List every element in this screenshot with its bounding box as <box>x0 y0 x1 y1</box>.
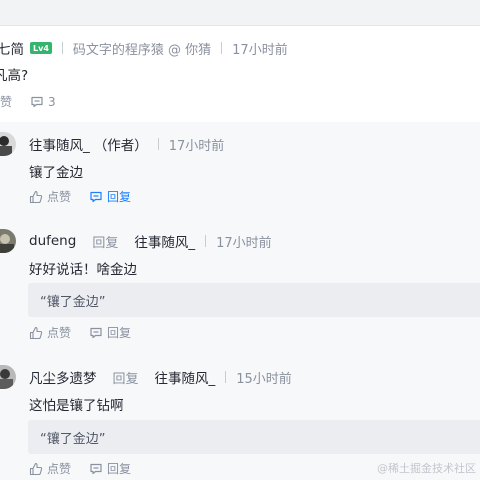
top-bar <box>0 0 480 26</box>
divider <box>61 42 63 54</box>
like-button[interactable]: 点赞 <box>29 324 71 341</box>
like-button[interactable]: 点赞 <box>0 93 12 110</box>
divider <box>205 235 207 247</box>
reply-label: 回复 <box>107 326 132 340</box>
avatar[interactable] <box>0 132 16 156</box>
comment-count-button[interactable]: 3 <box>30 95 56 109</box>
reply-button[interactable]: 回复 <box>89 324 131 341</box>
reply-icon <box>90 463 102 474</box>
reply-username[interactable]: 凡尘多遗梦 <box>29 367 97 387</box>
like-button[interactable]: 点赞 <box>29 460 71 477</box>
quote-text: “镶了金边” <box>40 294 106 310</box>
reply-to-username[interactable]: 往事随风_ <box>134 231 195 251</box>
reply-button[interactable]: 回复 <box>89 188 131 205</box>
like-button[interactable]: 点赞 <box>29 188 71 205</box>
quoted-comment[interactable]: “镶了金边” <box>28 283 480 317</box>
reply-time: 17小时前 <box>168 138 225 154</box>
reply-icon <box>90 191 102 202</box>
reply-text: 好好说话！啥金边 <box>29 262 137 278</box>
reply-meta: 往事随风_ （作者） 17小时前 <box>29 134 224 154</box>
reply-label: 回复 <box>107 190 132 204</box>
reply-to-username[interactable]: 往事随风_ <box>155 367 216 387</box>
reply-time: 15小时前 <box>236 371 292 387</box>
reply-actions: 点赞 回复 <box>29 460 149 477</box>
reply-button[interactable]: 回复 <box>89 460 131 477</box>
reply-time: 17小时前 <box>216 235 272 251</box>
reply-meta: 凡尘多遗梦 回复 往事随风_ 15小时前 <box>29 367 292 387</box>
reply-label: 回复 <box>107 462 132 476</box>
thumbs-up-icon <box>29 462 43 475</box>
reply-username[interactable]: 往事随风_ <box>29 134 90 154</box>
comment-time: 17小时前 <box>232 42 288 58</box>
level-badge: Lv4 <box>30 42 52 54</box>
reply-actions: 点赞 回复 <box>29 324 149 341</box>
comment-actions: 点赞 3 <box>0 93 74 110</box>
comment-count: 3 <box>48 94 56 109</box>
reply-item: 往事随风_ （作者） 17小时前 镶了金边 点赞 回复 <box>0 122 480 218</box>
reply-word: 回复 <box>92 235 119 251</box>
thumbs-up-icon <box>29 190 43 203</box>
main-comment-meta: 七简 Lv4 码文字的程序猿 @ 你猜 17小时前 <box>0 38 288 58</box>
reply-meta: dufeng 回复 往事随风_ 17小时前 <box>29 231 272 251</box>
divider <box>157 138 159 150</box>
quoted-comment[interactable]: “镶了金边” <box>28 420 480 454</box>
reply-item: dufeng 回复 往事随风_ 17小时前 好好说话！啥金边 “镶了金边” 点赞… <box>0 218 480 354</box>
main-comment: 七简 Lv4 码文字的程序猿 @ 你猜 17小时前 凡高? 点赞 3 <box>0 26 480 122</box>
reply-text: 镶了金边 <box>29 165 83 181</box>
comment-text: 凡高? <box>0 68 29 84</box>
like-label: 点赞 <box>0 95 13 109</box>
like-label: 点赞 <box>47 326 72 340</box>
reply-text: 这怕是镶了钻啊 <box>29 398 124 414</box>
author-tag: （作者） <box>93 138 148 154</box>
thumbs-up-icon <box>29 326 43 339</box>
divider <box>221 42 223 54</box>
reply-actions: 点赞 回复 <box>29 188 149 205</box>
watermark: @稀土掘金技术社区 <box>377 462 476 475</box>
divider <box>225 371 227 383</box>
reply-word: 回复 <box>112 371 139 387</box>
avatar[interactable] <box>0 365 16 389</box>
comment-icon <box>31 96 43 107</box>
reply-username[interactable]: dufeng <box>29 233 76 249</box>
quote-text: “镶了金边” <box>40 431 106 447</box>
user-bio: 码文字的程序猿 @ 你猜 <box>72 42 212 58</box>
comment-username[interactable]: 七简 <box>0 38 24 58</box>
like-label: 点赞 <box>47 190 72 204</box>
avatar[interactable] <box>0 229 16 253</box>
reply-icon <box>90 327 102 338</box>
like-label: 点赞 <box>47 462 72 476</box>
